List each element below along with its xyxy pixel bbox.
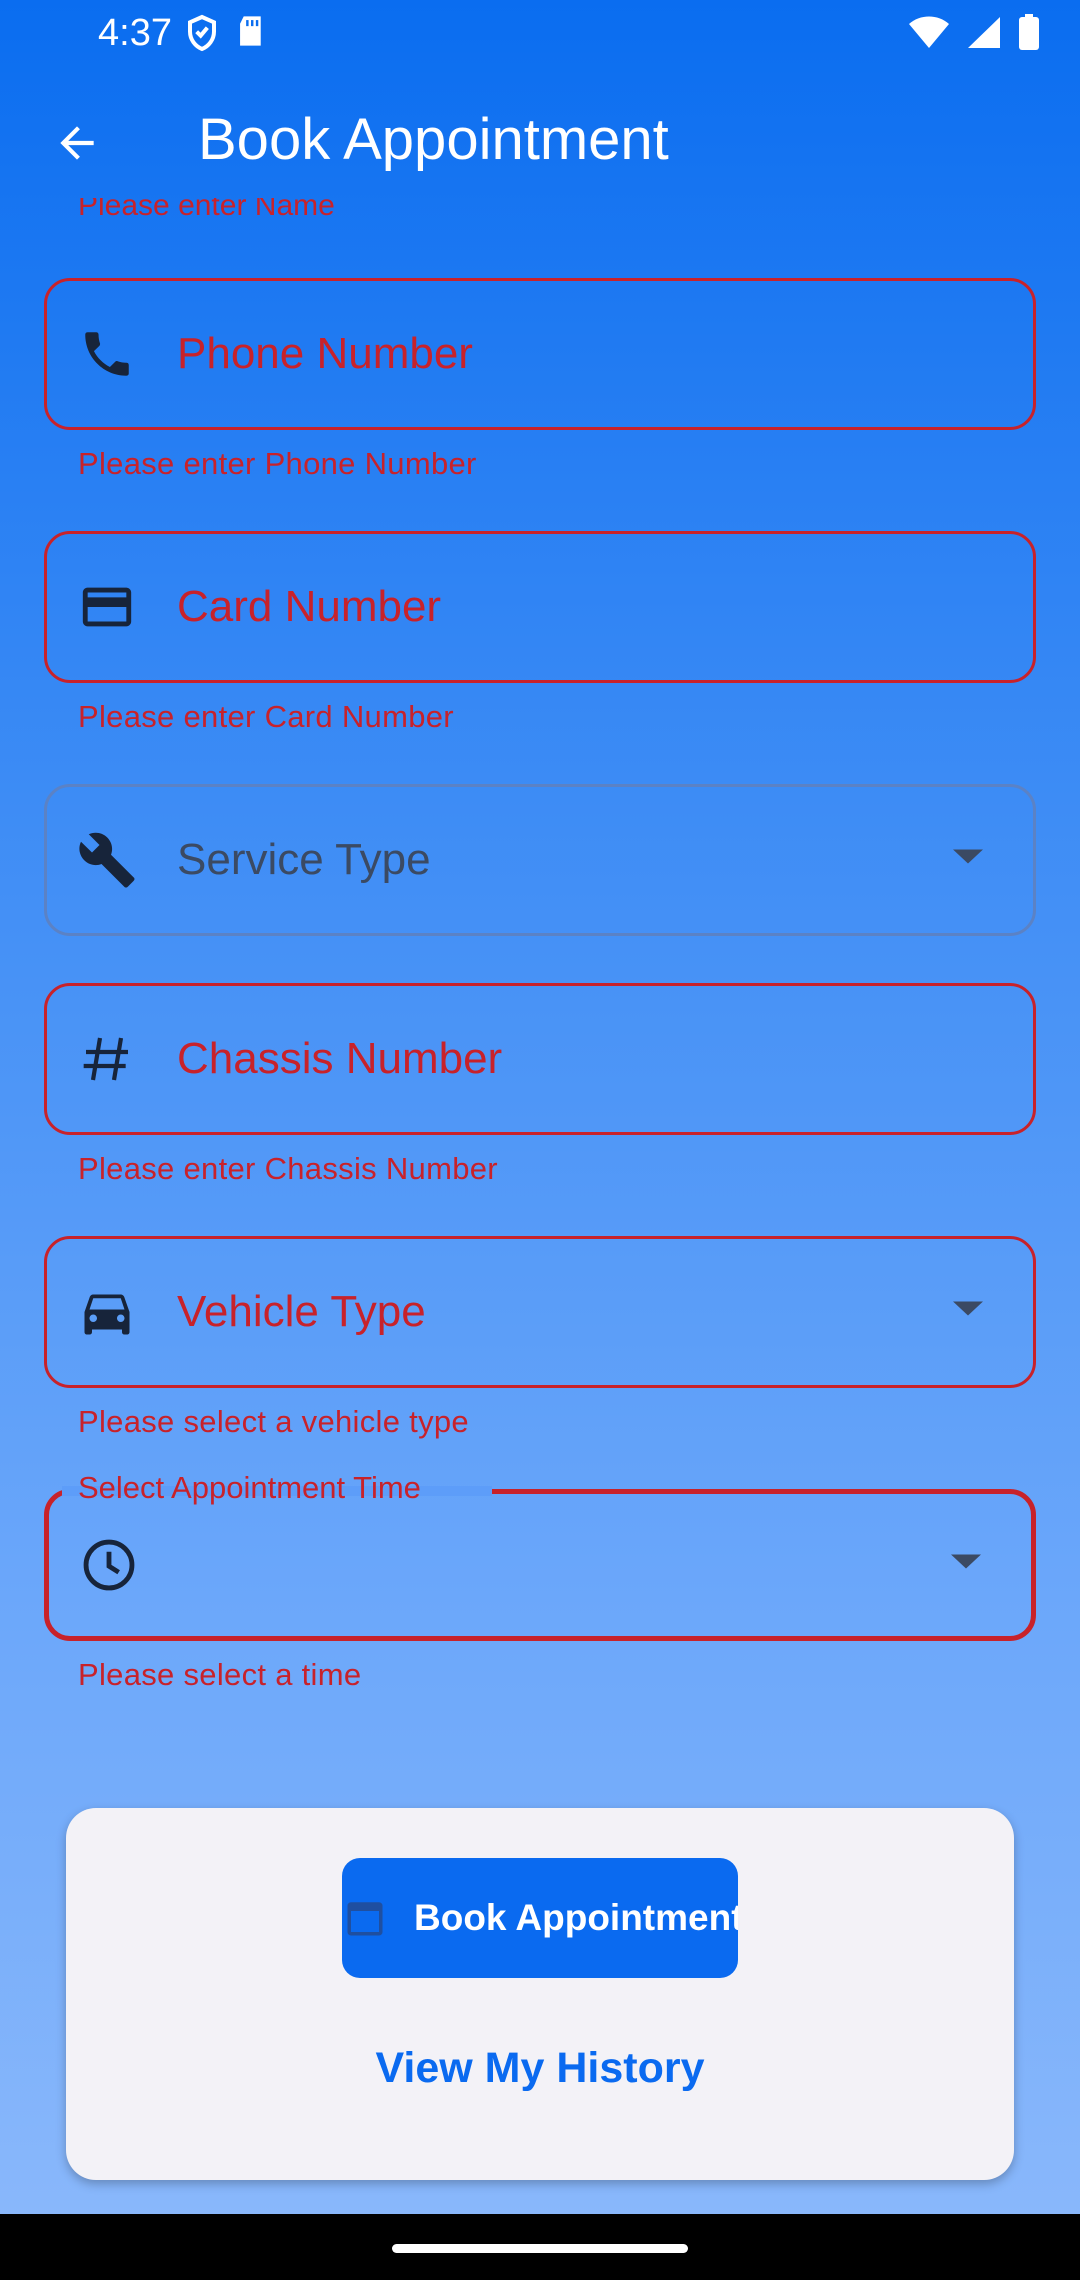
vehicle-type-dropdown[interactable]: Vehicle Type (44, 1236, 1036, 1388)
hash-icon (77, 1029, 137, 1089)
card-number-error: Please enter Card Number (78, 699, 454, 734)
shield-icon (186, 14, 218, 62)
appointment-time-label: Select Appointment Time (78, 1470, 421, 1505)
appointment-time-error: Please select a time (78, 1657, 362, 1692)
calendar-icon (344, 1897, 386, 1939)
car-icon (77, 1282, 137, 1342)
navigation-bar (0, 2214, 1080, 2280)
signal-icon (966, 15, 1002, 59)
dropdown-caret-icon (951, 1554, 981, 1576)
phone-icon (77, 324, 137, 384)
chassis-number-label: Chassis Number (177, 1034, 503, 1083)
battery-icon (1018, 14, 1040, 60)
chassis-number-field[interactable]: Chassis Number (44, 983, 1036, 1135)
phone-number-field[interactable]: Phone Number (44, 278, 1036, 430)
status-time: 4:37 (98, 12, 172, 54)
status-bar: 4:37 (0, 0, 1080, 66)
app-bar: Book Appointment (0, 66, 1080, 216)
sd-card-icon (236, 14, 266, 62)
name-error-text: Please enter Name (78, 198, 335, 222)
home-gesture-handle[interactable] (392, 2244, 688, 2253)
arrow-back-icon (52, 118, 102, 173)
clock-icon (79, 1535, 139, 1595)
service-type-label: Service Type (177, 835, 431, 884)
phone-number-error: Please enter Phone Number (78, 446, 477, 481)
card-number-label: Card Number (177, 582, 442, 631)
book-appointment-button[interactable]: Book Appointment (342, 1858, 738, 1978)
phone-number-label: Phone Number (177, 329, 473, 378)
appointment-time-dropdown[interactable] (44, 1489, 1036, 1641)
dropdown-caret-icon (953, 849, 983, 871)
wrench-icon (77, 830, 137, 890)
wifi-icon (908, 15, 950, 59)
action-card: Book Appointment View My History (66, 1808, 1014, 2180)
service-type-dropdown[interactable]: Service Type (44, 784, 1036, 936)
vehicle-type-error: Please select a vehicle type (78, 1404, 469, 1439)
back-button[interactable] (40, 108, 114, 182)
view-history-link[interactable]: View My History (66, 2044, 1014, 2093)
book-appointment-label: Book Appointment (414, 1897, 738, 1938)
card-number-field[interactable]: Card Number (44, 531, 1036, 683)
credit-card-icon (77, 577, 137, 637)
chassis-number-error: Please enter Chassis Number (78, 1151, 498, 1186)
page-title: Book Appointment (198, 107, 669, 172)
vehicle-type-label: Vehicle Type (177, 1287, 426, 1336)
dropdown-caret-icon (953, 1301, 983, 1323)
